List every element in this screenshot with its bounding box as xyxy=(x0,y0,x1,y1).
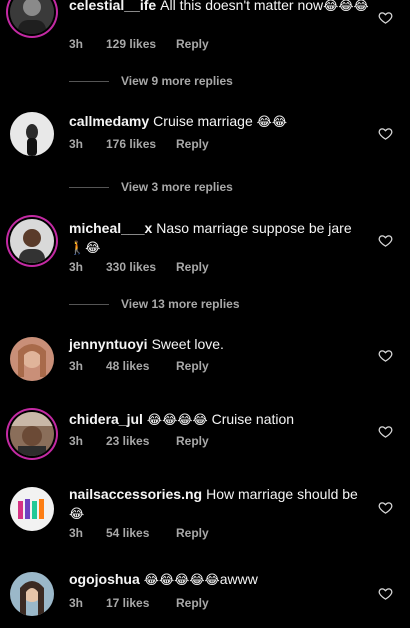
heart-icon[interactable] xyxy=(378,500,393,515)
comment-time: 3h xyxy=(69,137,84,151)
heart-icon[interactable] xyxy=(378,586,393,601)
comment-emoji: 😂😂😂😂😂 xyxy=(143,572,220,587)
avatar[interactable] xyxy=(10,219,54,263)
comment-meta: 3h 330 likes Reply xyxy=(69,260,209,274)
comment-time: 3h xyxy=(69,596,84,610)
comment-body: Naso marriage suppose be jare xyxy=(156,220,352,236)
comment-username[interactable]: callmedamy xyxy=(69,113,149,129)
comment-username[interactable]: micheal___x xyxy=(69,220,152,236)
view-more-label[interactable]: View 3 more replies xyxy=(121,180,233,194)
comment-time: 3h xyxy=(69,359,84,373)
reply-button[interactable]: Reply xyxy=(176,260,209,274)
view-more-label[interactable]: View 13 more replies xyxy=(121,297,240,311)
avatar[interactable] xyxy=(10,572,54,616)
comment-emoji: 😂😂😂😂 xyxy=(146,412,208,427)
comment-username[interactable]: chidera_jul xyxy=(69,411,143,427)
comment-meta: 3h 129 likes Reply xyxy=(69,37,209,51)
comment-likes[interactable]: 23 likes xyxy=(106,434,176,448)
comment-time: 3h xyxy=(69,260,84,274)
comment-time: 3h xyxy=(69,526,84,540)
comment-text: chidera_jul 😂😂😂😂 Cruise nation xyxy=(69,410,369,429)
comment-meta: 3h 17 likes Reply xyxy=(69,596,209,610)
view-more-label[interactable]: View 9 more replies xyxy=(121,74,233,88)
heart-icon[interactable] xyxy=(378,424,393,439)
avatar[interactable] xyxy=(10,337,54,381)
divider-line xyxy=(69,80,109,82)
comment-time: 3h xyxy=(69,434,84,448)
divider-line xyxy=(69,303,109,305)
view-more-replies[interactable]: View 3 more replies xyxy=(69,180,233,194)
reply-button[interactable]: Reply xyxy=(176,596,209,610)
heart-icon[interactable] xyxy=(378,126,393,141)
comment-meta: 3h 23 likes Reply xyxy=(69,434,209,448)
comment-emoji: 🚶😂 xyxy=(69,240,101,255)
reply-button[interactable]: Reply xyxy=(176,434,209,448)
comment-text: jennyntuoyi Sweet love. xyxy=(69,335,369,354)
comment-likes[interactable]: 48 likes xyxy=(106,359,176,373)
comment-text: nailsaccessories.ng How marriage should b… xyxy=(69,485,369,523)
comment-body: Cruise marriage xyxy=(153,113,253,129)
avatar[interactable] xyxy=(10,0,54,34)
view-more-replies[interactable]: View 9 more replies xyxy=(69,74,233,88)
comment-likes[interactable]: 54 likes xyxy=(106,526,176,540)
comment-text: ogojoshua 😂😂😂😂😂awww xyxy=(69,570,369,589)
view-more-replies[interactable]: View 13 more replies xyxy=(69,297,240,311)
comment-body: All this doesn't matter now xyxy=(160,0,324,13)
heart-icon[interactable] xyxy=(378,233,393,248)
comment-username[interactable]: nailsaccessories.ng xyxy=(69,486,202,502)
comment-text: micheal___x Naso marriage suppose be jare… xyxy=(69,219,369,257)
comment-likes[interactable]: 17 likes xyxy=(106,596,176,610)
divider-line xyxy=(69,186,109,188)
avatar[interactable] xyxy=(10,487,54,531)
comment-likes[interactable]: 330 likes xyxy=(106,260,176,274)
comment-body: awww xyxy=(219,571,258,587)
reply-button[interactable]: Reply xyxy=(176,359,209,373)
reply-button[interactable]: Reply xyxy=(176,526,209,540)
comment-likes[interactable]: 176 likes xyxy=(106,137,176,151)
avatar[interactable] xyxy=(10,412,54,456)
heart-icon[interactable] xyxy=(378,10,393,25)
comment-body: Sweet love. xyxy=(151,336,224,352)
comment-text: celestial__ife All this doesn't matter no… xyxy=(69,0,369,15)
comment-meta: 3h 48 likes Reply xyxy=(69,359,209,373)
comment-body: Cruise nation xyxy=(211,411,295,427)
comment-username[interactable]: celestial__ife xyxy=(69,0,156,13)
comment-emoji: 😂 xyxy=(69,506,85,521)
comment-text: callmedamy Cruise marriage 😂😂 xyxy=(69,112,369,131)
comment-username[interactable]: ogojoshua xyxy=(69,571,140,587)
comment-likes[interactable]: 129 likes xyxy=(106,37,176,51)
comment-emoji: 😂😂 xyxy=(256,114,288,129)
comment-emoji: 😂😂😂 xyxy=(323,0,369,13)
heart-icon[interactable] xyxy=(378,348,393,363)
avatar[interactable] xyxy=(10,112,54,156)
comment-time: 3h xyxy=(69,37,84,51)
comment-body: How marriage should be xyxy=(206,486,358,502)
comment-username[interactable]: jennyntuoyi xyxy=(69,336,148,352)
comment-meta: 3h 176 likes Reply xyxy=(69,137,209,151)
comment-meta: 3h 54 likes Reply xyxy=(69,526,209,540)
reply-button[interactable]: Reply xyxy=(176,137,209,151)
reply-button[interactable]: Reply xyxy=(176,37,209,51)
